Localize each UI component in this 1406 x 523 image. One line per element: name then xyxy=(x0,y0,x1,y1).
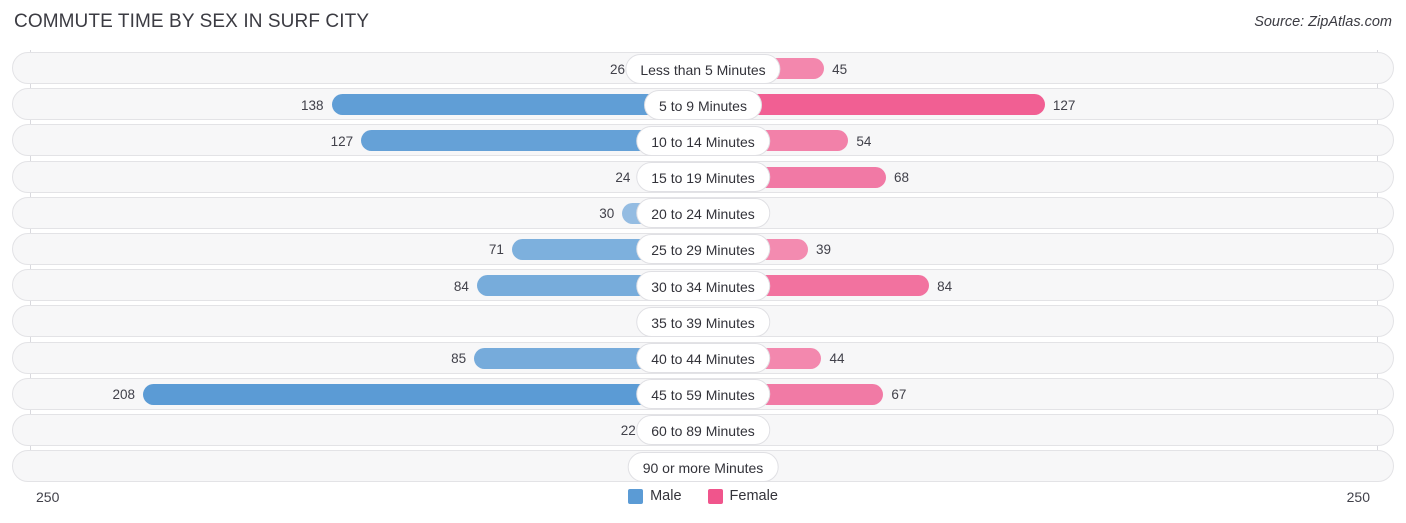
category-label-pill[interactable]: 20 to 24 Minutes xyxy=(636,198,770,229)
legend-label: Male xyxy=(650,488,682,504)
bar-male[interactable] xyxy=(143,383,703,405)
category-label-pill[interactable]: 90 or more Minutes xyxy=(627,451,779,482)
legend-label: Female xyxy=(729,488,778,504)
bar-row[interactable]: 13535 to 39 Minutes xyxy=(0,303,1406,339)
bar-value-male: 208 xyxy=(112,387,136,403)
bar-value-female: 127 xyxy=(1052,97,1076,113)
bar-value-female: 45 xyxy=(832,61,848,77)
page-title: COMMUTE TIME BY SEX IN SURF CITY xyxy=(14,11,370,32)
bar-value-female: 44 xyxy=(829,351,845,366)
category-label-pill[interactable]: Less than 5 Minutes xyxy=(625,53,781,84)
plot-area: 26 45 Less than 5 Minutes 138 127 5 to 9 Minu… xyxy=(0,44,1406,484)
bar-value-female: 39 xyxy=(815,242,832,258)
category-label-pill[interactable]: 45 to 59 Minutes xyxy=(636,379,770,410)
bar-value-female: 54 xyxy=(856,133,872,149)
category-label-pill[interactable]: 40 to 44 Minutes xyxy=(636,343,770,373)
bar-row[interactable]: 24 68 15 to 19 Minutes xyxy=(0,159,1406,195)
bar-row[interactable]: 221660 to 89 Minutes xyxy=(0,412,1406,448)
bar-value-male: 26 xyxy=(609,61,625,77)
bar-row[interactable]: 301020 to 24 Minutes xyxy=(0,195,1406,231)
category-label-pill[interactable]: 10 to 14 Minutes xyxy=(636,125,770,156)
category-label-pill[interactable]: 30 to 34 Minutes xyxy=(636,270,770,301)
bar-row[interactable]: 127 54 10 to 14 Minutes xyxy=(0,122,1406,158)
legend-swatch-icon xyxy=(707,488,723,504)
chart-footer: 250 250 Male Female xyxy=(0,484,1406,523)
bar-value-female: 84 xyxy=(937,278,953,294)
bar-row[interactable]: 208 67 45 to 59 Minutes xyxy=(0,376,1406,412)
category-label-pill[interactable]: 15 to 19 Minutes xyxy=(636,162,770,193)
bar-value-male: 30 xyxy=(599,206,615,222)
bar-value-male: 22 xyxy=(620,423,636,439)
source-attribution: Source: ZipAtlas.com xyxy=(1254,14,1392,30)
bar-value-male: 127 xyxy=(330,133,354,149)
category-label-pill[interactable]: 60 to 89 Minutes xyxy=(636,415,770,446)
bar-value-female: 68 xyxy=(894,170,910,186)
chart-legend: Male Female xyxy=(0,488,1406,504)
bar-value-male: 85 xyxy=(451,351,467,366)
bar-row[interactable]: 10490 or more Minutes xyxy=(0,448,1406,484)
bar-value-male: 84 xyxy=(453,278,469,294)
category-label-pill[interactable]: 5 to 9 Minutes xyxy=(644,89,762,120)
category-label-pill[interactable]: 35 to 39 Minutes xyxy=(636,306,770,337)
bar-row[interactable]: 84 84 30 to 34 Minutes xyxy=(0,267,1406,303)
bar-value-male: 24 xyxy=(615,170,631,186)
bar-rows-container: 26 45 Less than 5 Minutes 138 127 5 to 9 Minu… xyxy=(0,50,1406,484)
chart-root: COMMUTE TIME BY SEX IN SURF CITY Source:… xyxy=(0,0,1406,523)
legend-item-male[interactable]: Male xyxy=(628,488,682,504)
legend-swatch-icon xyxy=(628,488,644,504)
bar-value-female: 67 xyxy=(891,387,907,403)
category-label-pill[interactable]: 25 to 29 Minutes xyxy=(636,234,770,265)
bar-row[interactable]: 85 44 40 to 44 Minutes xyxy=(0,340,1406,376)
bar-value-male: 71 xyxy=(488,242,504,258)
bar-row[interactable]: 71 39 25 to 29 Minutes xyxy=(0,231,1406,267)
bar-row[interactable]: 138 127 5 to 9 Minutes xyxy=(0,86,1406,122)
chart-header: COMMUTE TIME BY SEX IN SURF CITY Source:… xyxy=(0,0,1406,44)
bar-row[interactable]: 26 45 Less than 5 Minutes xyxy=(0,50,1406,86)
legend-item-female[interactable]: Female xyxy=(707,488,778,504)
bar-value-male: 138 xyxy=(300,97,324,113)
